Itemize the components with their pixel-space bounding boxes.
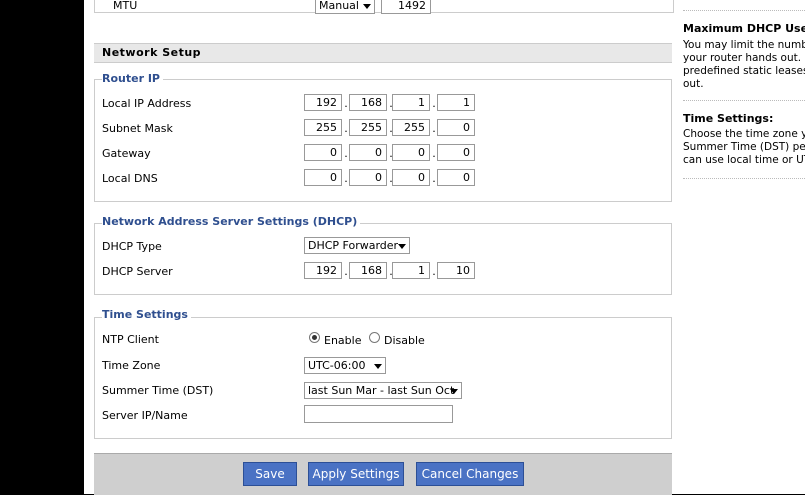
- help-time-title: Time Settings:: [683, 112, 774, 125]
- gateway-octet-1[interactable]: 0: [304, 144, 342, 161]
- dhcp-server-octet-2[interactable]: 168: [349, 262, 387, 279]
- ntp-enable-radio[interactable]: [309, 332, 320, 343]
- dst-value: last Sun Mar - last Sun Oct: [308, 384, 455, 397]
- chevron-down-icon: [374, 364, 382, 369]
- subnet-mask-octet-1[interactable]: 255: [304, 119, 342, 136]
- server-ip-label: Server IP/Name: [102, 409, 188, 422]
- save-button[interactable]: Save: [243, 462, 297, 486]
- dhcp-server-octet-3[interactable]: 1: [392, 262, 430, 279]
- server-ip-input[interactable]: [304, 405, 453, 423]
- subnet-mask-octet-2[interactable]: 255: [349, 119, 387, 136]
- dhcp-server-octet-4[interactable]: 10: [437, 262, 475, 279]
- help-divider: [683, 10, 805, 11]
- help-time-line: Choose the time zone you: [683, 128, 805, 140]
- local-ip-octet-4[interactable]: 1: [437, 94, 475, 111]
- mtu-row: MTU Manual 1492: [94, 0, 674, 14]
- network-setup-header: Network Setup: [94, 43, 672, 63]
- mtu-value-input[interactable]: 1492: [381, 0, 431, 14]
- help-divider: [683, 100, 805, 101]
- button-bar: Save Apply Settings Cancel Changes: [94, 453, 672, 495]
- dhcp-server-label: DHCP Server: [102, 265, 173, 278]
- gateway-octet-4[interactable]: 0: [437, 144, 475, 161]
- dhcp-type-select[interactable]: DHCP Forwarder: [304, 237, 410, 254]
- local-dns-label: Local DNS: [102, 172, 158, 185]
- chevron-down-icon: [398, 244, 406, 249]
- dst-select[interactable]: last Sun Mar - last Sun Oct: [304, 382, 462, 399]
- router-ip-legend: Router IP: [102, 72, 163, 85]
- help-dhcp-line: You may limit the number: [683, 39, 805, 51]
- help-dhcp-line: out.: [683, 78, 704, 90]
- local-dns-octet-3[interactable]: 0: [392, 169, 430, 186]
- local-ip-octet-1[interactable]: 192: [304, 94, 342, 111]
- dhcp-type-label: DHCP Type: [102, 240, 162, 253]
- dst-label: Summer Time (DST): [102, 384, 214, 397]
- time-settings-legend: Time Settings: [102, 308, 191, 321]
- chevron-down-icon: [363, 4, 371, 9]
- dhcp-legend: Network Address Server Settings (DHCP): [102, 215, 361, 228]
- help-divider: [683, 178, 805, 179]
- ntp-disable-label: Disable: [384, 334, 425, 347]
- gateway-octet-2[interactable]: 0: [349, 144, 387, 161]
- local-dns-octet-2[interactable]: 0: [349, 169, 387, 186]
- local-dns-octet-4[interactable]: 0: [437, 169, 475, 186]
- time-zone-value: UTC-06:00: [308, 359, 366, 372]
- ntp-enable-label: Enable: [324, 334, 362, 347]
- local-ip-octet-3[interactable]: 1: [392, 94, 430, 111]
- mtu-mode-select[interactable]: Manual: [315, 0, 375, 14]
- subnet-mask-label: Subnet Mask: [102, 122, 173, 135]
- help-dhcp-title: Maximum DHCP Users: [683, 22, 805, 35]
- time-zone-label: Time Zone: [102, 359, 161, 372]
- subnet-mask-octet-3[interactable]: 255: [392, 119, 430, 136]
- mtu-label: MTU: [113, 0, 138, 12]
- local-ip-label: Local IP Address: [102, 97, 192, 110]
- local-ip-octet-2[interactable]: 168: [349, 94, 387, 111]
- chevron-down-icon: [450, 389, 458, 394]
- dhcp-group: [94, 223, 672, 295]
- ntp-client-label: NTP Client: [102, 333, 159, 346]
- section-title: Network Setup: [102, 46, 202, 59]
- apply-settings-button[interactable]: Apply Settings: [308, 462, 404, 486]
- mtu-mode-value: Manual: [319, 0, 359, 12]
- subnet-mask-octet-4[interactable]: 0: [437, 119, 475, 136]
- dhcp-type-value: DHCP Forwarder: [308, 239, 399, 252]
- gateway-octet-3[interactable]: 0: [392, 144, 430, 161]
- help-time-line: can use local time or UTC: [683, 154, 805, 166]
- main-content: MTU Manual 1492 Network Setup Router IP …: [84, 0, 805, 495]
- dhcp-server-octet-1[interactable]: 192: [304, 262, 342, 279]
- gateway-label: Gateway: [102, 147, 151, 160]
- help-dhcp-line: predefined static leases w: [683, 65, 805, 77]
- ntp-disable-radio[interactable]: [369, 332, 380, 343]
- time-zone-select[interactable]: UTC-06:00: [304, 357, 386, 374]
- help-sidebar: Maximum DHCP Users You may limit the num…: [683, 0, 805, 494]
- help-dhcp-line: your router hands out. 0: [683, 52, 805, 64]
- local-dns-octet-1[interactable]: 0: [304, 169, 342, 186]
- cancel-changes-button[interactable]: Cancel Changes: [416, 462, 524, 486]
- help-time-line: Summer Time (DST) period: [683, 141, 805, 153]
